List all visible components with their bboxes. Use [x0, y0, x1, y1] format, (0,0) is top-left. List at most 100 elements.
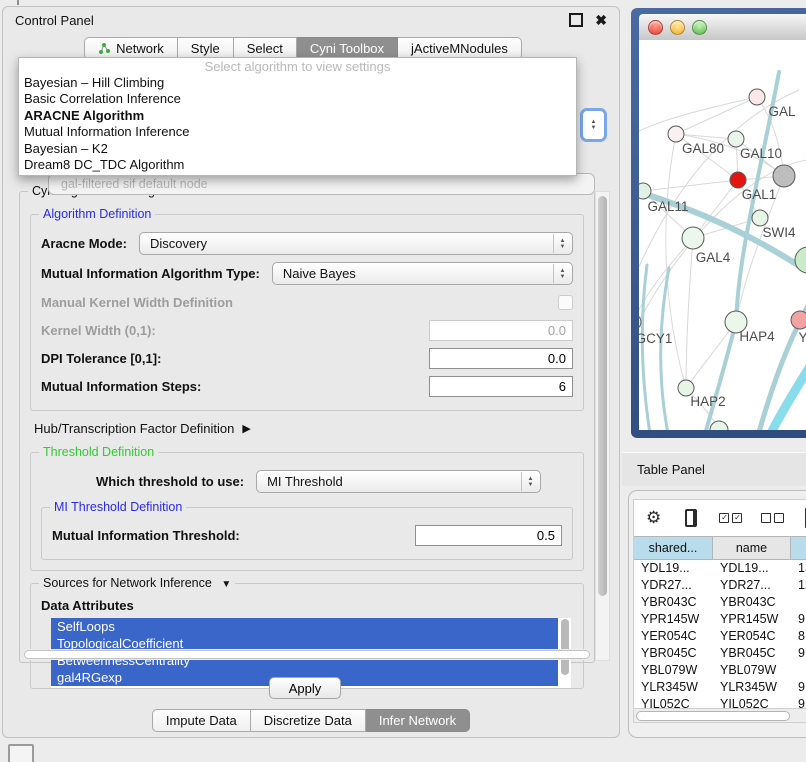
float-icon[interactable]: [569, 13, 583, 27]
kernel-width-label: Kernel Width (0,1):: [41, 323, 156, 338]
table-panel-header: Table Panel: [622, 452, 806, 486]
minimize-window-icon[interactable]: [670, 20, 685, 35]
table-row[interactable]: YLR345WYLR345W9.: [634, 679, 806, 696]
table-cell: YPR145W: [713, 611, 791, 628]
mi-algorithm-type-select[interactable]: Naive Bayes ▲▼: [272, 262, 573, 285]
node-label: SWI4: [762, 225, 795, 240]
scrollbar-thumb[interactable]: [24, 650, 590, 659]
network-window-titlebar[interactable]: [639, 14, 806, 40]
table-cell: YER054C: [634, 628, 713, 645]
network-node-gal11[interactable]: [639, 183, 651, 199]
dpi-tolerance-input[interactable]: [429, 348, 573, 369]
network-canvas[interactable]: GALGAL80GAL10GAL1GAL11SWI4GAL4GCY1HAP4YH…: [639, 40, 806, 430]
table-row[interactable]: YBR045CYBR045C9.: [634, 645, 806, 662]
network-node-swi4[interactable]: [752, 210, 768, 226]
tab-discretize-data[interactable]: Discretize Data: [251, 709, 366, 732]
network-view-window[interactable]: GALGAL80GAL10GAL1GAL11SWI4GAL4GCY1HAP4YH…: [631, 8, 806, 438]
network-node[interactable]: [773, 165, 795, 187]
kernel-width-input[interactable]: [429, 320, 573, 341]
table-cell: 9.: [791, 645, 806, 662]
network-node-gal10[interactable]: [728, 131, 744, 147]
select-all-icon[interactable]: ✓ ✓: [719, 513, 745, 523]
menu-item[interactable]: Bayesian – K2: [19, 141, 576, 157]
table-cell: [791, 662, 806, 679]
network-node-gal4[interactable]: [682, 227, 704, 249]
table-cell: YDL19...: [713, 560, 791, 577]
data-attributes-label: Data Attributes: [41, 598, 573, 613]
combo-value: MI Threshold: [267, 474, 343, 489]
manual-kernel-checkbox[interactable]: [558, 295, 573, 310]
sources-expander[interactable]: Sources for Network Inference ▼: [39, 576, 235, 590]
menu-item[interactable]: ARACNE Algorithm: [19, 108, 576, 124]
attribute-list-item[interactable]: SelfLoops: [51, 618, 558, 635]
desktop: Control Panel ✖ Network Style Select Cyn…: [0, 0, 806, 762]
deselect-all-icon[interactable]: [761, 513, 787, 523]
menu-item[interactable]: Mutual Information Inference: [19, 124, 576, 140]
table-cell: 9.: [791, 679, 806, 696]
tab-impute-data[interactable]: Impute Data: [152, 709, 251, 732]
tab-label: Impute Data: [166, 713, 237, 728]
table-panel: ⚙ ✓ ✓ shared... name YDL19...YDL19...13Y…: [628, 490, 806, 738]
tab-label: Network: [116, 41, 164, 56]
sources-group: Sources for Network Inference ▼ Data Att…: [30, 583, 584, 689]
tab-label: Cyni Toolbox: [310, 41, 384, 56]
node-table: ⚙ ✓ ✓ shared... name YDL19...YDL19...13Y…: [633, 499, 806, 723]
zoom-window-icon[interactable]: [692, 20, 707, 35]
expand-arrow-icon: ▶: [242, 422, 250, 435]
hub-definition-expander[interactable]: Hub/Transcription Factor Definition ▶: [34, 421, 584, 436]
gear-icon[interactable]: ⚙: [646, 508, 661, 528]
minimized-panel-icon[interactable]: [8, 744, 34, 762]
close-icon[interactable]: ✖: [595, 13, 607, 27]
mi-threshold-label: Mutual Information Threshold:: [52, 528, 240, 543]
mi-steps-label: Mutual Information Steps:: [41, 379, 201, 394]
table-horizontal-scrollbar: [634, 708, 806, 722]
network-node-gal1[interactable]: [730, 172, 746, 188]
aracne-mode-select[interactable]: Discovery ▲▼: [139, 232, 573, 255]
window-edge-tick: [17, 0, 19, 5]
table-row[interactable]: YDL19...YDL19...13: [634, 560, 806, 577]
table-cell: YLR345W: [634, 679, 713, 696]
column-header-name[interactable]: name: [713, 537, 791, 559]
which-threshold-select[interactable]: MI Threshold ▲▼: [256, 470, 541, 493]
network-node-gal80[interactable]: [668, 126, 684, 142]
network-node[interactable]: [710, 421, 728, 430]
panel-title: Control Panel: [15, 13, 569, 28]
menu-item[interactable]: Basic Correlation Inference: [19, 91, 576, 107]
table-row[interactable]: YBL079WYBL079W: [634, 662, 806, 679]
table-row[interactable]: YDR27...YDR27...12: [634, 577, 806, 594]
menu-item[interactable]: Dream8 DC_TDC Algorithm: [19, 157, 576, 173]
table-row[interactable]: YBR043CYBR043C: [634, 594, 806, 611]
table-row[interactable]: YER054CYER054C8.: [634, 628, 806, 645]
network-node-gcy1[interactable]: [639, 314, 641, 330]
mi-steps-input[interactable]: [429, 376, 573, 397]
tab-infer-network[interactable]: Infer Network: [366, 709, 470, 732]
close-window-icon[interactable]: [648, 20, 663, 35]
sources-title: Sources for Network Inference: [43, 576, 212, 590]
table-cell: YBL079W: [634, 662, 713, 679]
settings-vertical-scrollbar: [595, 191, 610, 661]
list-scrollbar[interactable]: [561, 619, 569, 675]
cyni-algorithm-settings-group: Cyni Algorithm Settings Algorithm Defini…: [19, 191, 595, 663]
network-node-y[interactable]: [791, 311, 806, 329]
column-header-partial[interactable]: [791, 537, 806, 559]
network-icon: [98, 42, 111, 55]
table-cell: 9.: [791, 611, 806, 628]
group-title: Threshold Definition: [39, 445, 158, 459]
network-data-combo-partial[interactable]: gal-filtered sif default node: [48, 173, 595, 195]
scrollbar-thumb[interactable]: [598, 196, 607, 596]
control-panel-titlebar: Control Panel ✖: [3, 7, 619, 33]
table-row[interactable]: YPR145WYPR145W9.: [634, 611, 806, 628]
column-header-shared-name[interactable]: shared...: [634, 537, 713, 559]
mi-threshold-input[interactable]: [415, 525, 562, 546]
columns-icon[interactable]: [685, 509, 697, 527]
group-title: Algorithm Definition: [39, 207, 155, 221]
table-cell: YBR045C: [634, 645, 713, 662]
menu-item[interactable]: Bayesian – Hill Climbing: [19, 75, 576, 91]
combo-stepper-partial[interactable]: ▲▼: [580, 108, 607, 142]
apply-button[interactable]: Apply: [269, 677, 341, 699]
scrollbar-thumb[interactable]: [636, 711, 790, 721]
table-cell: YBL079W: [713, 662, 791, 679]
node-label: GAL11: [647, 199, 688, 214]
network-node-gal[interactable]: [749, 89, 765, 105]
network-node[interactable]: [795, 247, 806, 273]
